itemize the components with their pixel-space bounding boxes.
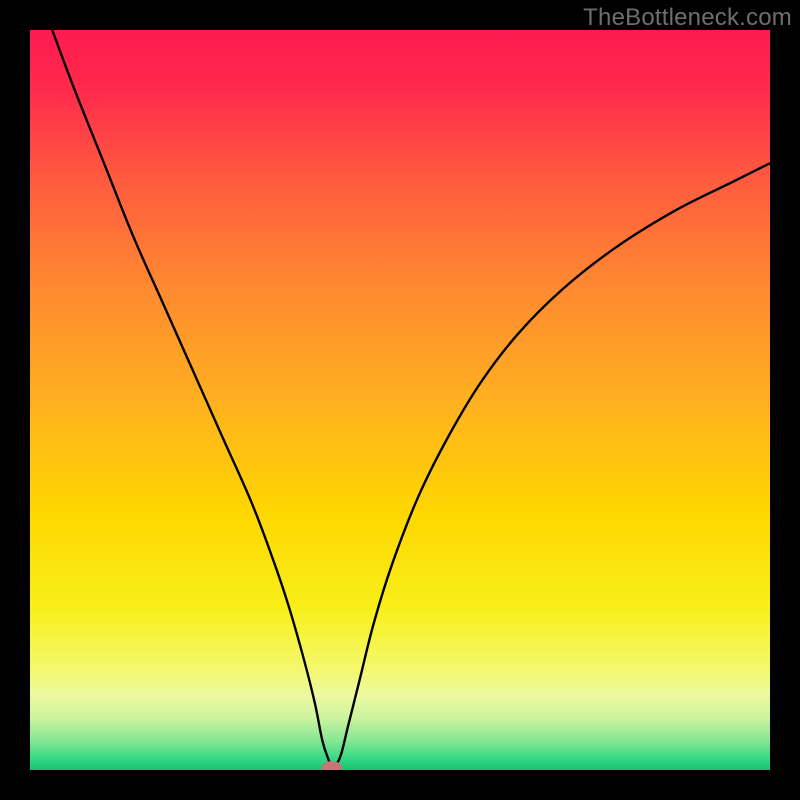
chart-frame: TheBottleneck.com: [0, 0, 800, 800]
gradient-background: [30, 30, 770, 770]
bottleneck-chart: [30, 30, 770, 770]
plot-area: [30, 30, 770, 770]
watermark-text: TheBottleneck.com: [583, 4, 792, 32]
